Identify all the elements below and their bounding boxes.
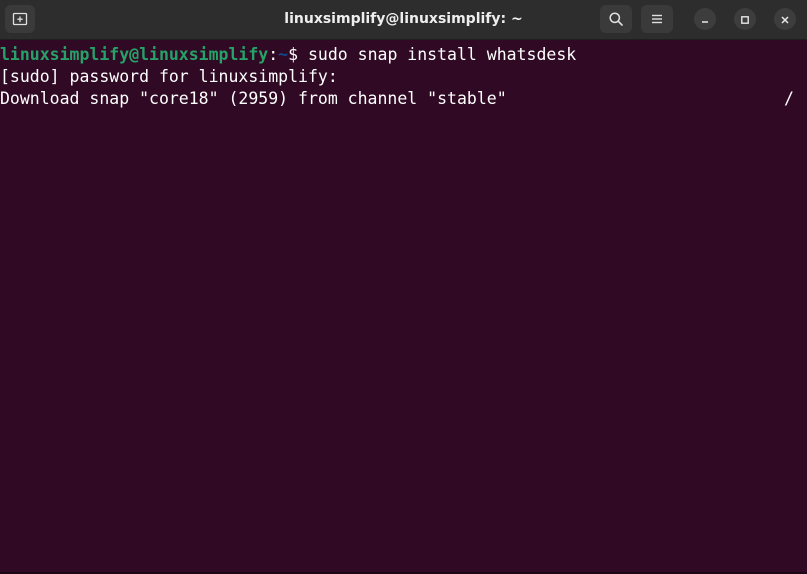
progress-spinner: / xyxy=(784,89,794,108)
prompt-path: ~ xyxy=(278,45,289,64)
prompt-line: linuxsimplify@linuxsimplify:~$ sudo snap… xyxy=(0,44,576,66)
new-tab-button[interactable] xyxy=(5,5,35,33)
prompt-separator: : xyxy=(268,45,279,64)
command-text: sudo snap install whatsdesk xyxy=(307,45,577,64)
output-line: [sudo] password for linuxsimplify: xyxy=(0,67,338,86)
maximize-button[interactable] xyxy=(734,8,756,30)
search-icon xyxy=(608,11,624,27)
prompt-symbol: $ xyxy=(288,45,308,64)
window-title: linuxsimplify@linuxsimplify: ~ xyxy=(284,11,523,27)
prompt-user-host: linuxsimplify@linuxsimplify xyxy=(0,45,269,64)
menu-button[interactable] xyxy=(641,5,673,33)
new-tab-icon xyxy=(12,11,28,27)
scrollbar[interactable] xyxy=(799,40,807,574)
close-icon xyxy=(780,10,790,29)
maximize-icon xyxy=(740,10,750,29)
terminal-window: linuxsimplify@linuxsimplify: ~ linuxsimp… xyxy=(0,0,807,574)
minimize-icon xyxy=(700,10,710,29)
search-button[interactable] xyxy=(600,5,632,33)
terminal-output-area[interactable]: linuxsimplify@linuxsimplify:~$ sudo snap… xyxy=(0,40,807,574)
minimize-button[interactable] xyxy=(694,8,716,30)
output-line: Download snap "core18" (2959) from chann… xyxy=(0,89,507,108)
close-button[interactable] xyxy=(774,8,796,30)
hamburger-menu-icon xyxy=(650,12,664,26)
title-bar: linuxsimplify@linuxsimplify: ~ xyxy=(0,0,807,40)
